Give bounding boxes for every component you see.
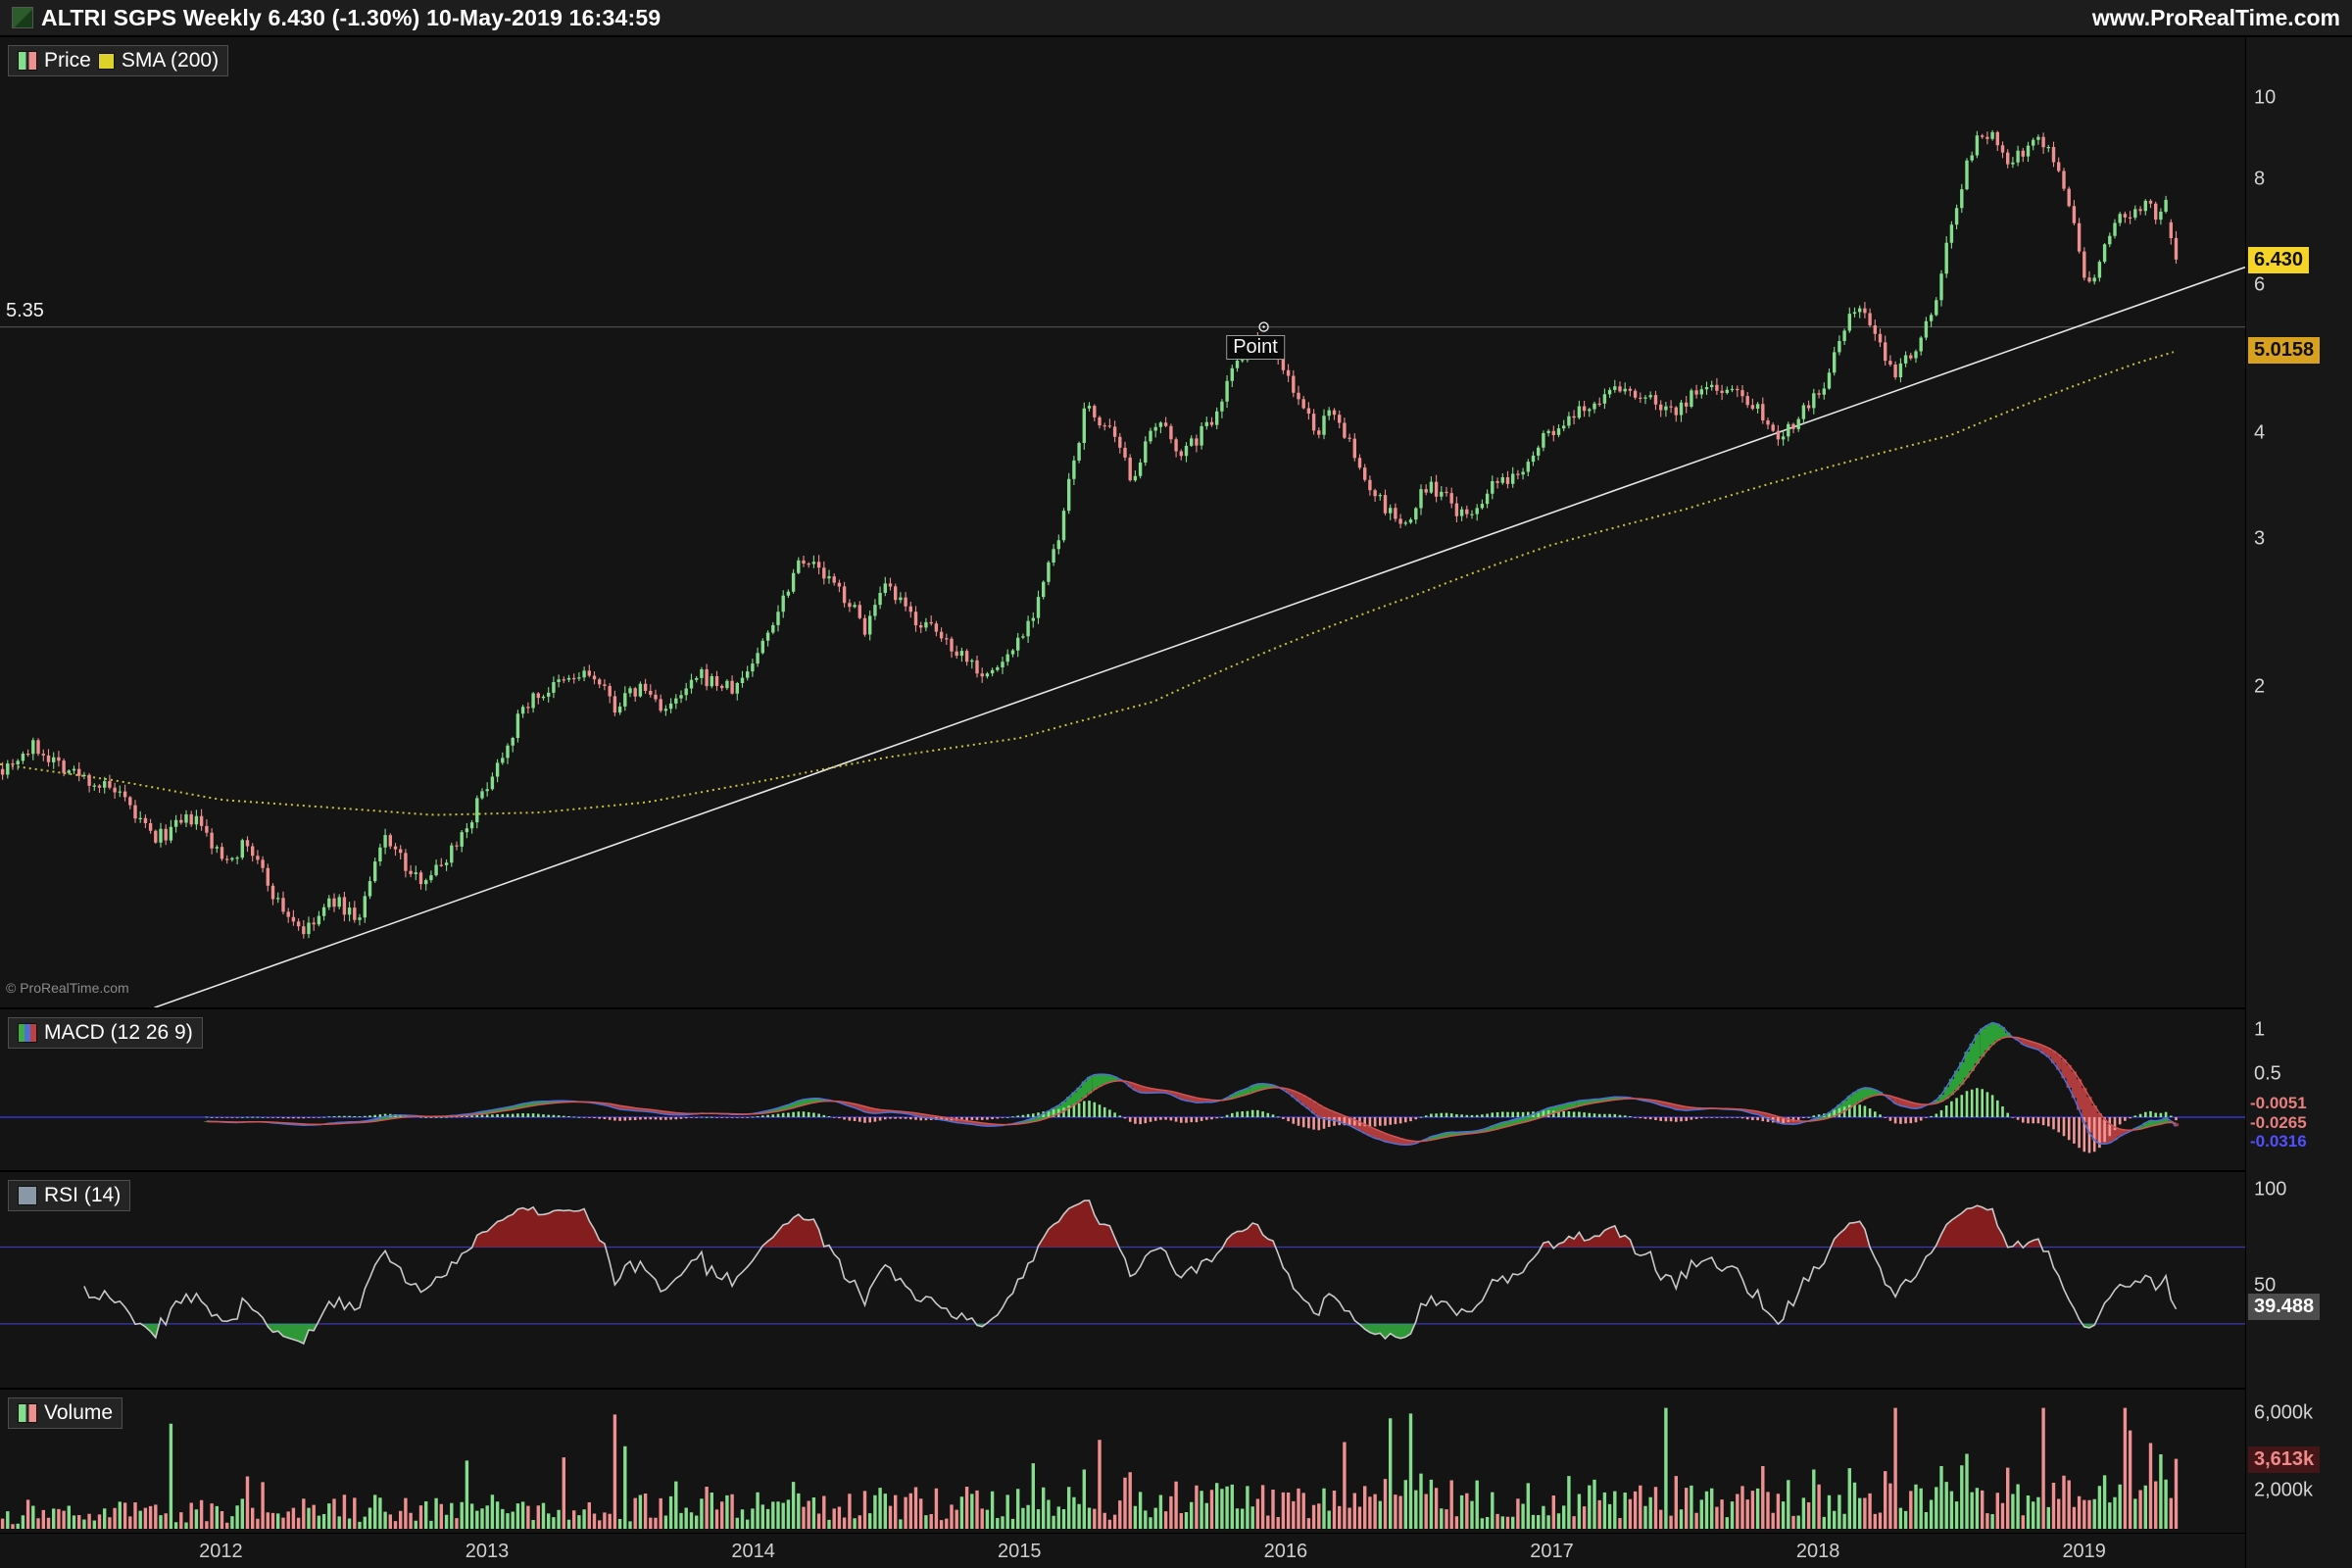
last-price-badge: 6.430	[2248, 247, 2309, 273]
price-chart-canvas[interactable]	[0, 37, 2245, 1007]
price-legend-label: Price	[44, 49, 91, 73]
macd-legend[interactable]: MACD (12 26 9)	[8, 1017, 203, 1049]
rsi-chart-canvas[interactable]	[0, 1172, 2245, 1388]
sma-icon	[98, 53, 115, 70]
year-label: 2014	[731, 1541, 775, 1563]
price-panel[interactable]: Price SMA (200) 5.35 Point © ProRealTime…	[0, 37, 2245, 1007]
year-label: 2013	[466, 1541, 510, 1563]
copyright-note: © ProRealTime.com	[6, 980, 129, 996]
volume-chart-canvas[interactable]	[0, 1390, 2245, 1533]
volume-legend[interactable]: Volume	[8, 1397, 122, 1429]
title-left: ALTRI SGPS Weekly 6.430 (-1.30%) 10-May-…	[12, 5, 661, 31]
year-label: 2012	[199, 1541, 243, 1563]
time-axis[interactable]: 2012 2013 2014 2015 2016 2017 2018 2019	[0, 1533, 2245, 1568]
macd-histogram-value: -0.0051	[2250, 1094, 2307, 1113]
year-label: 2019	[2062, 1541, 2106, 1563]
chart-title: ALTRI SGPS Weekly 6.430 (-1.30%) 10-May-…	[41, 5, 661, 31]
rsi-panel[interactable]: RSI (14)	[0, 1172, 2245, 1388]
point-annotation-label[interactable]: Point	[1226, 335, 1285, 360]
macd-icon	[18, 1023, 37, 1043]
price-legend[interactable]: Price SMA (200)	[8, 45, 228, 76]
price-axis-tick: 8	[2254, 169, 2265, 191]
app-icon	[12, 7, 33, 28]
macd-panel[interactable]: MACD (12 26 9)	[0, 1009, 2245, 1170]
volume-axis-tick: 2,000k	[2254, 1479, 2313, 1501]
volume-legend-label: Volume	[44, 1401, 113, 1425]
year-label: 2015	[998, 1541, 1042, 1563]
year-label: 2016	[1264, 1541, 1308, 1563]
macd-signal-value: -0.0265	[2250, 1113, 2307, 1133]
year-label: 2018	[1796, 1541, 1840, 1563]
macd-line-value: -0.0316	[2250, 1132, 2307, 1152]
title-bar: ALTRI SGPS Weekly 6.430 (-1.30%) 10-May-…	[0, 0, 2352, 37]
sma-value-badge: 5.0158	[2248, 337, 2320, 364]
volume-icon	[18, 1403, 37, 1423]
price-axis-tick: 3	[2254, 527, 2265, 550]
volume-panel[interactable]: Volume	[0, 1390, 2245, 1533]
rsi-axis-tick: 100	[2254, 1178, 2286, 1200]
rsi-icon	[18, 1186, 37, 1205]
site-url-link[interactable]: www.ProRealTime.com	[2092, 5, 2340, 31]
prorealtime-window: ALTRI SGPS Weekly 6.430 (-1.30%) 10-May-…	[0, 0, 2352, 1568]
hline-price-label: 5.35	[2, 300, 48, 322]
rsi-value-badge: 39.488	[2248, 1294, 2320, 1320]
rsi-legend[interactable]: RSI (14)	[8, 1180, 130, 1211]
rsi-axis-tick: 50	[2254, 1274, 2276, 1297]
chart-area: Price SMA (200) 5.35 Point © ProRealTime…	[0, 37, 2245, 1568]
price-axis[interactable]: 6.430 5.0158 -0.0051 -0.0265 -0.0316 39.…	[2245, 37, 2352, 1568]
price-axis-tick: 2	[2254, 676, 2265, 699]
volume-value-badge: 3,613k	[2248, 1446, 2320, 1473]
sma-legend-label: SMA (200)	[122, 49, 219, 73]
macd-chart-canvas[interactable]	[0, 1009, 2245, 1170]
price-axis-tick: 6	[2254, 273, 2265, 296]
macd-axis-tick: 1	[2254, 1019, 2265, 1042]
year-label: 2017	[1530, 1541, 1574, 1563]
price-axis-tick: 4	[2254, 422, 2265, 445]
rsi-legend-label: RSI (14)	[44, 1184, 121, 1207]
volume-axis-tick: 6,000k	[2254, 1401, 2313, 1424]
price-icon	[18, 51, 37, 71]
macd-legend-label: MACD (12 26 9)	[44, 1021, 193, 1045]
price-axis-tick: 10	[2254, 87, 2276, 110]
macd-axis-tick: 0.5	[2254, 1062, 2281, 1085]
